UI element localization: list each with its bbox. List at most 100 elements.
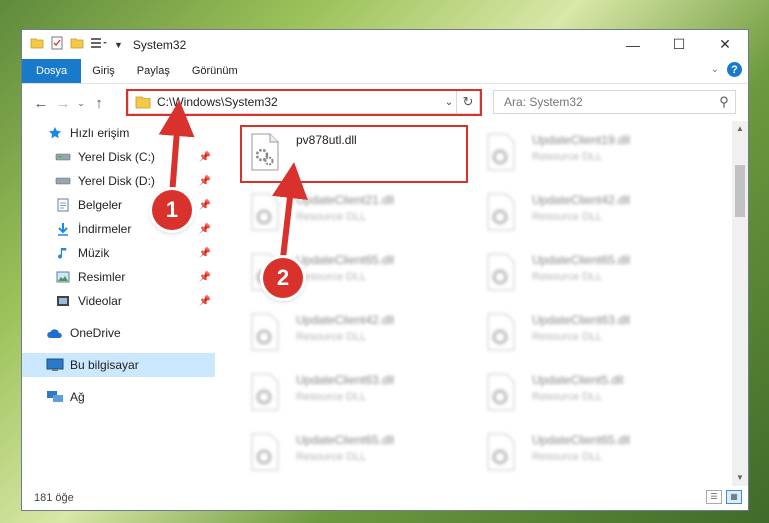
drive-icon — [54, 149, 72, 165]
sidebar-item-pictures[interactable]: Resimler 📌 — [22, 265, 215, 289]
sidebar-item-label: Resimler — [78, 270, 126, 284]
vertical-scrollbar[interactable]: ▲ ▼ — [732, 121, 748, 486]
pin-icon[interactable]: 📌 — [199, 152, 211, 163]
sidebar-item-label: Videolar — [78, 294, 122, 308]
file-type: Resource DLL — [532, 391, 603, 403]
refresh-icon[interactable]: ↻ — [456, 91, 479, 113]
cloud-icon — [46, 325, 64, 341]
file-item[interactable]: UpdateClient65.dll Resource DLL — [480, 247, 700, 299]
view-toggle: ☰ ▦ — [706, 490, 742, 504]
file-name: UpdateClient63.dll — [532, 313, 631, 327]
forward-arrow-icon[interactable]: → — [52, 95, 74, 112]
up-arrow-icon[interactable]: ↑ — [88, 95, 110, 112]
dll-file-icon — [486, 253, 522, 293]
search-box[interactable]: ⚲ — [493, 90, 736, 114]
sidebar-item-local-disk-c[interactable]: Yerel Disk (C:) 📌 — [22, 145, 215, 169]
music-icon — [54, 245, 72, 261]
scroll-down-icon[interactable]: ▼ — [732, 470, 748, 486]
address-bar[interactable]: C:\Windows\System32 ⌄ ↻ — [128, 90, 480, 114]
window-controls: — ☐ ✕ — [610, 30, 748, 59]
file-item[interactable]: UpdateClient19.dll Resource DLL — [480, 127, 700, 179]
navigation-bar: ← → ⌄ ↑ C:\Windows\System32 ⌄ ↻ ⚲ — [22, 84, 748, 122]
sidebar-item-videos[interactable]: Videolar 📌 — [22, 289, 215, 313]
dll-file-icon — [250, 373, 286, 413]
file-item-highlight[interactable]: pv878utl.dll — [244, 127, 464, 179]
address-dropdown-icon[interactable]: ⌄ — [442, 97, 456, 108]
tiles-view-icon[interactable]: ▦ — [726, 490, 742, 504]
file-item[interactable]: UpdateClient42.dll Resource DLL — [480, 187, 700, 239]
file-type: Resource DLL — [296, 391, 367, 403]
file-name: UpdateClient65.dll — [532, 433, 631, 447]
file-name: UpdateClient42.dll — [532, 193, 631, 207]
file-item[interactable]: UpdateClient65.dll Resource DLL — [480, 427, 700, 479]
search-input[interactable] — [502, 94, 713, 110]
file-name: UpdateClient65.dll — [532, 253, 631, 267]
scroll-up-icon[interactable]: ▲ — [732, 121, 748, 137]
back-arrow-icon[interactable]: ← — [30, 95, 52, 112]
sidebar-item-label: Yerel Disk (D:) — [78, 174, 155, 188]
sidebar-item-local-disk-d[interactable]: Yerel Disk (D:) 📌 — [22, 169, 215, 193]
sidebar-item-label: Yerel Disk (C:) — [78, 150, 155, 164]
pin-icon[interactable]: 📌 — [199, 248, 211, 259]
tab-giris[interactable]: Giriş — [81, 59, 126, 83]
file-item[interactable]: UpdateClient21.dll Resource DLL — [244, 187, 464, 239]
sidebar-item-music[interactable]: Müzik 📌 — [22, 241, 215, 265]
pin-icon[interactable]: 📌 — [199, 296, 211, 307]
tab-dosya[interactable]: Dosya — [22, 59, 82, 83]
sidebar-item-quick-access[interactable]: Hızlı erişim — [22, 121, 215, 145]
search-icon[interactable]: ⚲ — [713, 94, 735, 110]
file-name: UpdateClient5.dll — [532, 373, 624, 387]
details-view-icon[interactable]: ☰ — [706, 490, 722, 504]
maximize-button[interactable]: ☐ — [656, 30, 702, 59]
recent-locations-icon[interactable]: ⌄ — [74, 98, 88, 109]
file-name: UpdateClient19.dll — [532, 133, 631, 147]
file-name: UpdateClient42.dll — [296, 313, 395, 327]
sidebar-item-this-pc[interactable]: Bu bilgisayar — [22, 353, 215, 377]
pin-icon[interactable]: 📌 — [199, 200, 211, 211]
file-list: pv878utl.dll UpdateClient19.dll Resource … — [234, 121, 734, 481]
file-item[interactable]: UpdateClient63.dll Resource DLL — [480, 307, 700, 359]
pin-icon[interactable]: 📌 — [199, 224, 211, 235]
video-icon — [54, 293, 72, 309]
pin-icon[interactable]: 📌 — [199, 272, 211, 283]
properties-icon[interactable] — [50, 36, 64, 53]
file-type: Resource DLL — [532, 331, 603, 343]
close-button[interactable]: ✕ — [702, 30, 748, 59]
quick-access-toolbar: ▼ — [22, 36, 123, 53]
new-folder-icon[interactable] — [70, 36, 84, 53]
chevron-down-icon[interactable]: ▼ — [114, 40, 123, 50]
file-type: Resource DLL — [296, 271, 367, 283]
file-type: Resource DLL — [532, 211, 603, 223]
pin-icon[interactable]: 📌 — [199, 176, 211, 187]
star-icon — [46, 125, 64, 141]
help-icon[interactable]: ? — [727, 62, 742, 77]
file-item[interactable]: UpdateClient65.dll Resource DLL — [244, 427, 464, 479]
scroll-thumb[interactable] — [735, 165, 745, 217]
explorer-window: ▼ System32 — ☐ ✕ Dosya Giriş Paylaş Görü… — [21, 29, 749, 511]
file-name: pv878utl.dll — [296, 133, 357, 147]
sidebar-item-label: Müzik — [78, 246, 110, 260]
folder-icon — [30, 36, 44, 53]
dll-file-icon — [250, 433, 286, 473]
callout-1: 1 — [152, 190, 192, 230]
file-item[interactable]: UpdateClient5.dll Resource DLL — [480, 367, 700, 419]
expand-ribbon-icon[interactable]: ⌄ — [711, 64, 719, 75]
minimize-button[interactable]: — — [610, 30, 656, 59]
title-bar: ▼ System32 — ☐ ✕ — [22, 30, 748, 59]
sidebar-item-onedrive[interactable]: OneDrive — [22, 321, 215, 345]
dll-file-icon — [486, 193, 522, 233]
dll-file-icon — [486, 313, 522, 353]
sidebar-item-label: Hızlı erişim — [70, 126, 130, 140]
ribbon-controls: ⌄ ? — [711, 62, 742, 77]
address-path[interactable]: C:\Windows\System32 — [157, 95, 442, 109]
customize-toolbar-icon[interactable] — [90, 36, 108, 53]
sidebar-item-label: Belgeler — [78, 198, 123, 212]
sidebar-item-network[interactable]: Ağ — [22, 385, 215, 409]
file-type: Resource DLL — [532, 271, 603, 283]
tab-paylas[interactable]: Paylaş — [126, 59, 181, 83]
file-type: Resource DLL — [296, 211, 367, 223]
tab-gorunum[interactable]: Görünüm — [181, 59, 249, 83]
file-item[interactable]: UpdateClient42.dll Resource DLL — [244, 307, 464, 359]
file-name: UpdateClient63.dll — [296, 373, 395, 387]
file-item[interactable]: UpdateClient63.dll Resource DLL — [244, 367, 464, 419]
